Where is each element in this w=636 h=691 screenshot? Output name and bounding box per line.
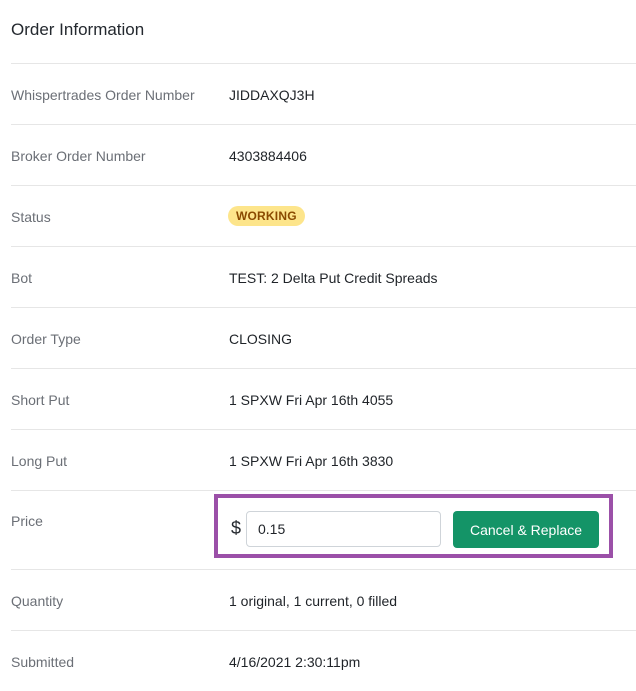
row-order-type: Order Type CLOSING	[11, 307, 636, 368]
row-short-put: Short Put 1 SPXW Fri Apr 16th 4055	[11, 368, 636, 429]
order-type-value: CLOSING	[229, 331, 293, 347]
long-put-value: 1 SPXW Fri Apr 16th 3830	[229, 453, 394, 469]
quantity-label: Quantity	[11, 593, 64, 609]
bot-label: Bot	[11, 270, 33, 286]
broker-order-number-value: 4303884406	[229, 148, 307, 164]
short-put-label: Short Put	[11, 392, 70, 408]
row-price: Price $ Cancel & Replace	[11, 490, 636, 569]
bot-link[interactable]: TEST: 2 Delta Put Credit Spreads	[229, 270, 438, 286]
submitted-label: Submitted	[11, 654, 75, 670]
short-put-value: 1 SPXW Fri Apr 16th 4055	[229, 392, 394, 408]
order-info-table: Whispertrades Order Number JIDDAXQJ3H Br…	[11, 63, 636, 691]
broker-order-number-label: Broker Order Number	[11, 148, 146, 164]
page-title: Order Information	[11, 20, 145, 39]
row-quantity: Quantity 1 original, 1 current, 0 filled	[11, 569, 636, 630]
currency-symbol: $	[231, 518, 242, 538]
submitted-value: 4/16/2021 2:30:11pm	[229, 654, 361, 670]
row-order-number: Whispertrades Order Number JIDDAXQJ3H	[11, 63, 636, 124]
row-status: Status WORKING	[11, 185, 636, 246]
price-label: Price	[11, 513, 43, 529]
row-bot: Bot TEST: 2 Delta Put Credit Spreads	[11, 246, 636, 307]
long-put-label: Long Put	[11, 453, 68, 469]
order-type-label: Order Type	[11, 331, 81, 347]
price-input[interactable]	[246, 511, 441, 547]
status-label: Status	[11, 209, 51, 225]
cancel-replace-button[interactable]: Cancel & Replace	[453, 511, 599, 548]
order-number-label: Whispertrades Order Number	[11, 87, 195, 103]
row-submitted: Submitted 4/16/2021 2:30:11pm	[11, 630, 636, 691]
price-highlight-box: $ Cancel & Replace	[214, 494, 613, 558]
order-number-value: JIDDAXQJ3H	[229, 87, 315, 103]
status-badge: WORKING	[228, 206, 305, 226]
row-broker-order-number: Broker Order Number 4303884406	[11, 124, 636, 185]
quantity-value: 1 original, 1 current, 0 filled	[229, 593, 398, 609]
row-long-put: Long Put 1 SPXW Fri Apr 16th 3830	[11, 429, 636, 490]
